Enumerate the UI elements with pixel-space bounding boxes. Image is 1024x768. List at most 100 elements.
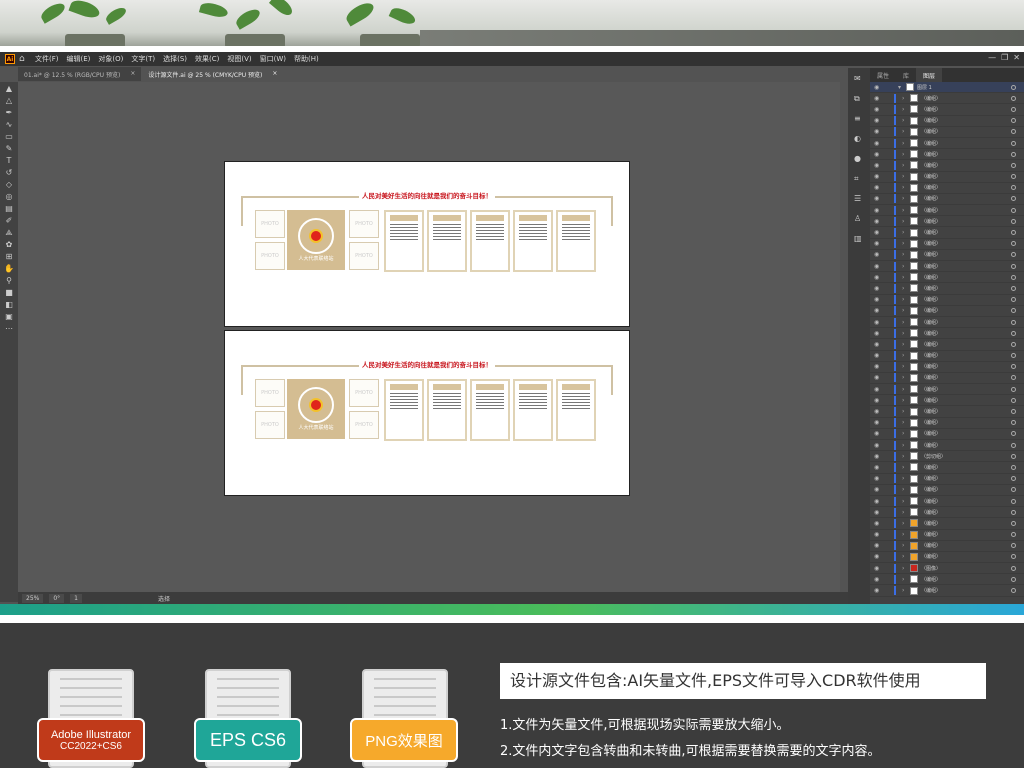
chevron-right-icon[interactable]: › [902, 296, 910, 303]
tab-properties[interactable]: 属性 [870, 68, 896, 82]
color-icon[interactable]: ● [854, 154, 864, 164]
layer-row[interactable]: ◉ › 〈编组〉 [870, 507, 1024, 519]
layer-row[interactable]: ◉ › 〈编组〉 [870, 440, 1024, 452]
chevron-right-icon[interactable]: › [902, 319, 910, 326]
zoom-tool-icon[interactable]: ⚲ [4, 276, 14, 286]
chevron-right-icon[interactable]: › [902, 263, 910, 270]
layer-row[interactable]: ◉ › 〈编组〉 [870, 574, 1024, 586]
chevron-right-icon[interactable]: › [902, 95, 910, 102]
target-circle-icon[interactable] [1011, 274, 1016, 280]
rectangle-tool-icon[interactable]: ▭ [4, 132, 14, 142]
swatches-icon[interactable]: ▥ [854, 234, 864, 244]
target-circle-icon[interactable] [1011, 487, 1016, 493]
layer-row[interactable]: ◉ › 〈图像〉 [870, 563, 1024, 575]
visibility-eye-icon[interactable]: ◉ [874, 576, 884, 583]
target-circle-icon[interactable] [1011, 565, 1016, 571]
chevron-right-icon[interactable]: › [902, 430, 910, 437]
stroke-icon[interactable]: ☰ [854, 194, 864, 204]
brush-tool-icon[interactable]: ✎ [4, 144, 14, 154]
artboard-page-field[interactable]: 1 [70, 593, 82, 603]
layer-row[interactable]: ◉ › 〈编组〉 [870, 205, 1024, 217]
target-circle-icon[interactable] [1011, 420, 1016, 426]
visibility-eye-icon[interactable]: ◉ [874, 475, 884, 482]
target-circle-icon[interactable] [1011, 397, 1016, 403]
visibility-eye-icon[interactable]: ◉ [874, 341, 884, 348]
chevron-right-icon[interactable]: › [902, 408, 910, 415]
target-circle-icon[interactable] [1011, 409, 1016, 415]
tab-document-1[interactable]: 01.ai* @ 12.5 % (RGB/CPU 预览) × [18, 67, 142, 81]
visibility-eye-icon[interactable]: ◉ [874, 106, 884, 113]
target-circle-icon[interactable] [1011, 252, 1016, 258]
target-circle-icon[interactable] [1011, 285, 1016, 291]
target-circle-icon[interactable] [1011, 476, 1016, 482]
chevron-right-icon[interactable]: › [902, 341, 910, 348]
color-mode-icon[interactable]: ◧ [4, 300, 14, 310]
target-circle-icon[interactable] [1011, 554, 1016, 560]
visibility-eye-icon[interactable]: ◉ [874, 363, 884, 370]
chevron-right-icon[interactable]: › [902, 330, 910, 337]
layer-row[interactable]: ◉ › 〈编组〉 [870, 295, 1024, 306]
target-circle-icon[interactable] [1011, 218, 1016, 224]
chevron-right-icon[interactable]: › [902, 140, 910, 147]
chevron-right-icon[interactable]: › [902, 453, 910, 460]
gradient-tool-icon[interactable]: ▤ [4, 204, 14, 214]
visibility-eye-icon[interactable]: ◉ [874, 486, 884, 493]
visibility-eye-icon[interactable]: ◉ [874, 542, 884, 549]
menu-edit[interactable]: 编辑(E) [67, 54, 91, 64]
chevron-right-icon[interactable]: › [902, 173, 910, 180]
layer-row[interactable]: ◉ › 〈编组〉 [870, 261, 1024, 273]
tab-close-icon[interactable]: × [130, 70, 135, 78]
visibility-eye-icon[interactable]: ◉ [874, 151, 884, 158]
layer-row[interactable]: ◉ › 〈编组〉 [870, 149, 1024, 161]
chevron-right-icon[interactable]: › [902, 106, 910, 113]
menu-type[interactable]: 文字(T) [131, 54, 155, 64]
visibility-eye-icon[interactable]: ◉ [874, 263, 884, 270]
visibility-eye-icon[interactable]: ◉ [874, 184, 884, 191]
blend-tool-icon[interactable]: ⟁ [4, 228, 14, 238]
layer-row[interactable]: ◉ › 〈编组〉 [870, 373, 1024, 385]
visibility-eye-icon[interactable]: ◉ [874, 386, 884, 393]
layer-row[interactable]: ◉ › 〈编组〉 [870, 418, 1024, 429]
visibility-eye-icon[interactable]: ◉ [874, 207, 884, 214]
align-icon[interactable]: ≡ [854, 114, 864, 124]
hand-tool-icon[interactable]: ✋ [4, 264, 14, 274]
target-circle-icon[interactable] [1011, 84, 1016, 90]
visibility-eye-icon[interactable]: ◉ [874, 408, 884, 415]
visibility-eye-icon[interactable]: ◉ [874, 240, 884, 247]
layer-row[interactable]: ◉ › 〈编组〉 [870, 496, 1024, 508]
target-circle-icon[interactable] [1011, 453, 1016, 459]
direct-selection-tool-icon[interactable]: △ [4, 96, 14, 106]
visibility-eye-icon[interactable]: ◉ [874, 128, 884, 135]
visibility-eye-icon[interactable]: ◉ [874, 162, 884, 169]
chevron-right-icon[interactable]: › [902, 419, 910, 426]
fill-stroke-icon[interactable]: ■ [4, 288, 14, 298]
appearance-icon[interactable]: ◐ [854, 134, 864, 144]
visibility-eye-icon[interactable]: ◉ [874, 229, 884, 236]
transform-icon[interactable]: ⌗ [854, 174, 864, 184]
target-circle-icon[interactable] [1011, 230, 1016, 236]
layer-row[interactable]: ◉ › 〈编组〉 [870, 93, 1024, 105]
menu-select[interactable]: 选择(S) [163, 54, 187, 64]
layer-row[interactable]: ◉ › 〈编组〉 [870, 485, 1024, 496]
menu-file[interactable]: 文件(F) [35, 54, 59, 64]
menu-view[interactable]: 视图(V) [227, 54, 251, 64]
visibility-eye-icon[interactable]: ◉ [874, 195, 884, 202]
layer-row[interactable]: ◉ › 〈编组〉 [870, 429, 1024, 440]
layer-row[interactable]: ◉ › 〈编组〉 [870, 462, 1024, 474]
layer-row[interactable]: ◉ › 〈编组〉 [870, 541, 1024, 552]
symbol-tool-icon[interactable]: ✿ [4, 240, 14, 250]
chevron-right-icon[interactable]: › [902, 576, 910, 583]
curvature-tool-icon[interactable]: ∿ [4, 120, 14, 130]
chevron-right-icon[interactable]: › [902, 218, 910, 225]
layer-row[interactable]: ◉ › 〈编组〉 [870, 530, 1024, 541]
zoom-field[interactable]: 25% [22, 593, 44, 603]
target-circle-icon[interactable] [1011, 162, 1016, 168]
chevron-right-icon[interactable]: › [902, 464, 910, 471]
layer-row[interactable]: ◉ › 〈编组〉 [870, 406, 1024, 418]
chevron-right-icon[interactable]: › [902, 229, 910, 236]
chevron-right-icon[interactable]: › [902, 520, 910, 527]
target-circle-icon[interactable] [1011, 588, 1016, 594]
target-circle-icon[interactable] [1011, 308, 1016, 314]
chevron-right-icon[interactable]: › [902, 195, 910, 202]
chevron-right-icon[interactable]: › [902, 542, 910, 549]
